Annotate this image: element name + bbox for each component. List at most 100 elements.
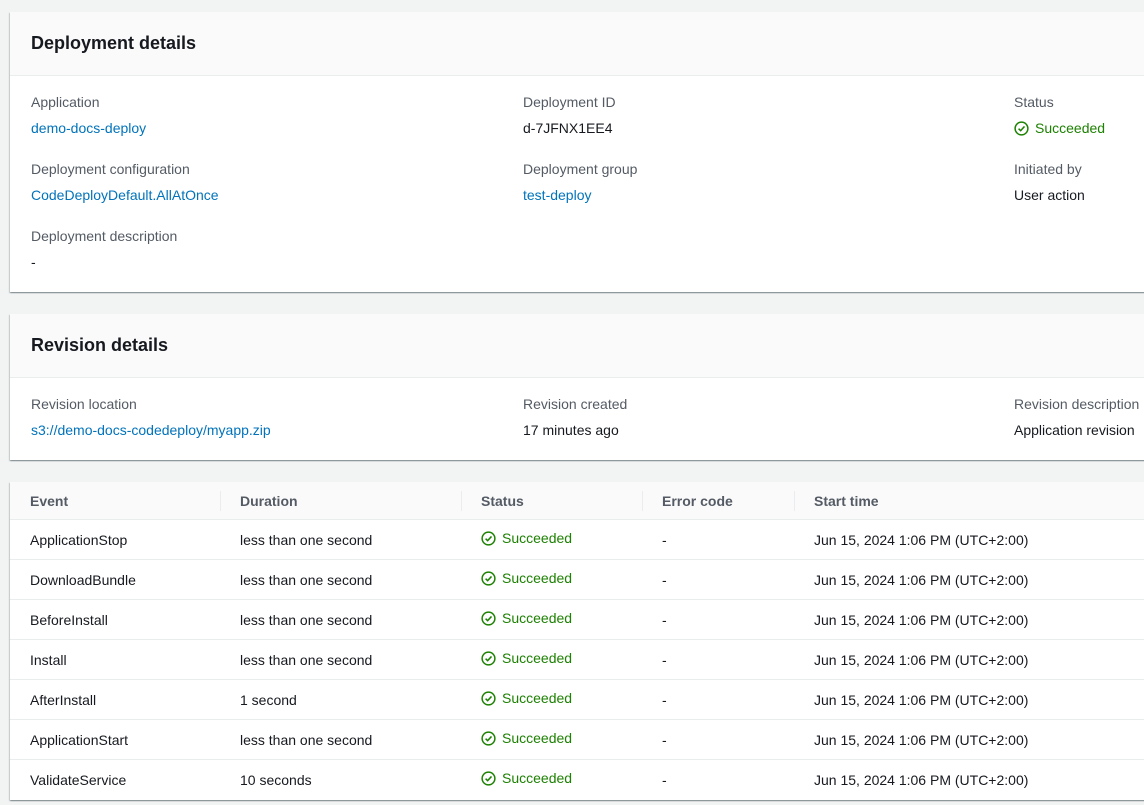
initiated-by-label: Initiated by xyxy=(1014,161,1082,177)
event-start-time: Jun 15, 2024 1:06 PM (UTC+2:00) xyxy=(794,519,1144,560)
column-header-error-code-label: Error code xyxy=(662,492,733,509)
deployment-details-title: Deployment details xyxy=(10,12,1144,76)
event-start-time: Jun 15, 2024 1:06 PM (UTC+2:00) xyxy=(794,679,1144,720)
event-duration: less than one second xyxy=(220,599,461,640)
deployment-group-label: Deployment group xyxy=(523,161,638,177)
status-label: Status xyxy=(1014,94,1054,110)
status-text: Succeeded xyxy=(502,730,573,747)
revision-details-title: Revision details xyxy=(10,314,1144,378)
initiated-by-value: User action xyxy=(1014,187,1085,203)
deployment-group-link[interactable]: test-deploy xyxy=(523,187,637,204)
status-text: Succeeded xyxy=(502,610,573,627)
event-start-time: Jun 15, 2024 1:06 PM (UTC+2:00) xyxy=(814,771,1029,788)
events-table: Event Duration Status Error code Start t… xyxy=(10,482,1144,799)
status-badge: Succeeded xyxy=(481,570,572,586)
event-start-time: Jun 15, 2024 1:06 PM (UTC+2:00) xyxy=(794,719,1144,760)
event-error-code: - xyxy=(642,679,794,720)
table-row: BeforeInstall less than one second Succe… xyxy=(10,599,1144,640)
table-row: ApplicationStart less than one second Su… xyxy=(10,719,1144,760)
table-row: ApplicationStop less than one second Suc… xyxy=(10,519,1144,560)
revision-created-value: 17 minutes ago xyxy=(523,422,619,438)
revision-location-label: Revision location xyxy=(31,396,137,412)
events-table-body: ApplicationStop less than one second Suc… xyxy=(10,519,1144,800)
status-text: Succeeded xyxy=(502,770,573,787)
event-duration: less than one second xyxy=(220,559,461,600)
event-status: Succeeded xyxy=(461,679,642,720)
event-status: Succeeded xyxy=(461,719,642,760)
column-header-status-label: Status xyxy=(481,492,524,509)
check-circle-icon xyxy=(481,611,496,626)
table-row: AfterInstall 1 second Succeeded - Jun 15… xyxy=(10,679,1144,720)
table-row: DownloadBundle less than one second Succ… xyxy=(10,559,1144,600)
check-circle-icon xyxy=(481,571,496,586)
event-name: ApplicationStart xyxy=(10,719,220,760)
check-circle-icon xyxy=(481,771,496,786)
revision-description-label: Revision description xyxy=(1014,396,1140,412)
status-text: Succeeded xyxy=(502,690,573,707)
deployment-config-label: Deployment configuration xyxy=(31,161,190,177)
event-status: Succeeded xyxy=(461,639,642,680)
deployment-group-field: Deployment group test-deploy xyxy=(523,161,637,204)
table-row: ValidateService 10 seconds Succeeded - J… xyxy=(10,760,1144,800)
event-error-code: - xyxy=(642,719,794,760)
status-badge: Succeeded xyxy=(481,690,572,706)
status-text: Succeeded xyxy=(502,570,573,587)
event-error-code: - xyxy=(642,599,794,640)
revision-details-panel: Revision details Revision location s3://… xyxy=(10,314,1144,460)
application-label: Application xyxy=(31,94,100,110)
status-badge: Succeeded xyxy=(1014,120,1105,137)
event-name: AfterInstall xyxy=(10,679,220,720)
event-name: Install xyxy=(10,639,220,680)
deployment-id-value: d-7JFNX1EE4 xyxy=(523,120,613,136)
check-circle-icon xyxy=(481,651,496,666)
event-start-time: Jun 15, 2024 1:06 PM (UTC+2:00) xyxy=(794,599,1144,640)
status-text: Succeeded xyxy=(502,650,573,667)
status-badge: Succeeded xyxy=(481,650,572,666)
initiated-by-field: Initiated by User action xyxy=(1014,161,1085,204)
status-text: Succeeded xyxy=(502,530,573,547)
event-duration: 1 second xyxy=(220,679,461,720)
event-name: ApplicationStop xyxy=(10,519,220,560)
event-name: BeforeInstall xyxy=(10,599,220,640)
deployment-details-panel: Deployment details Application demo-docs… xyxy=(10,12,1144,292)
column-header-duration-label: Duration xyxy=(240,492,298,509)
column-header-status[interactable]: Status xyxy=(461,482,642,520)
event-name: ValidateService xyxy=(30,771,127,788)
event-start-time: Jun 15, 2024 1:06 PM (UTC+2:00) xyxy=(794,639,1144,680)
event-start-time: Jun 15, 2024 1:06 PM (UTC+2:00) xyxy=(794,559,1144,600)
column-header-error-code[interactable]: Error code xyxy=(642,482,794,520)
event-error-code: - xyxy=(642,639,794,680)
event-name: DownloadBundle xyxy=(10,559,220,600)
column-header-event[interactable]: Event xyxy=(10,482,220,520)
event-duration: less than one second xyxy=(220,519,461,560)
deployment-id-field: Deployment ID d-7JFNX1EE4 xyxy=(523,94,616,137)
check-circle-icon xyxy=(481,731,496,746)
column-header-start-time[interactable]: Start time xyxy=(794,482,1144,520)
event-duration: 10 seconds xyxy=(240,771,312,788)
deployment-config-field: Deployment configuration CodeDeployDefau… xyxy=(31,161,219,204)
events-header-row: Event Duration Status Error code Start t… xyxy=(10,482,1144,520)
status-badge: Succeeded xyxy=(481,530,572,546)
revision-description-value: Application revision xyxy=(1014,422,1135,438)
application-link[interactable]: demo-docs-deploy xyxy=(31,120,146,137)
deployment-description-value: - xyxy=(31,254,36,270)
event-status: Succeeded xyxy=(461,599,642,640)
deployment-id-label: Deployment ID xyxy=(523,94,616,110)
deployment-description-label: Deployment description xyxy=(31,228,178,244)
status-badge: Succeeded xyxy=(481,770,572,786)
revision-description-field: Revision description Application revisio… xyxy=(1014,396,1139,439)
event-status: Succeeded xyxy=(461,760,642,800)
deployment-config-link[interactable]: CodeDeployDefault.AllAtOnce xyxy=(31,187,219,204)
check-circle-icon xyxy=(1014,121,1029,136)
column-header-duration[interactable]: Duration xyxy=(220,482,461,520)
event-status: Succeeded xyxy=(461,559,642,600)
table-row: Install less than one second Succeeded -… xyxy=(10,639,1144,680)
check-circle-icon xyxy=(481,531,496,546)
status-badge: Succeeded xyxy=(481,610,572,626)
event-duration: less than one second xyxy=(220,719,461,760)
event-duration: less than one second xyxy=(220,639,461,680)
revision-location-link[interactable]: s3://demo-docs-codedeploy/myapp.zip xyxy=(31,422,271,439)
revision-created-field: Revision created 17 minutes ago xyxy=(523,396,627,439)
events-panel: Event Duration Status Error code Start t… xyxy=(10,482,1144,800)
check-circle-icon xyxy=(481,691,496,706)
